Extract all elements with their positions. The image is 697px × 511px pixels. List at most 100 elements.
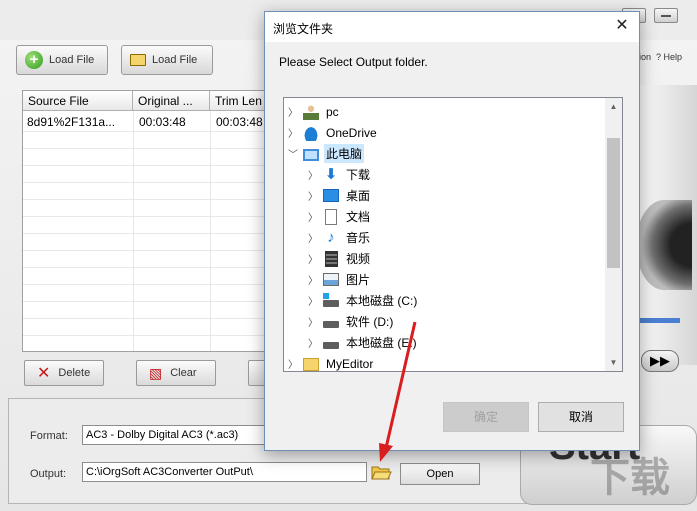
tree-item-label: 本地磁盘 (C:) bbox=[346, 294, 418, 308]
tree-item-label: 此电脑 bbox=[324, 144, 365, 163]
tree-item-label: 音乐 bbox=[346, 231, 371, 245]
plus-icon: + bbox=[25, 51, 43, 69]
browse-folder-button[interactable] bbox=[370, 462, 392, 482]
cell-trim-length[interactable]: 00:03:48 bbox=[212, 113, 271, 131]
drive-icon bbox=[323, 342, 339, 349]
tree-item-drive-e[interactable]: 〉 本地磁盘 (E:) bbox=[304, 332, 622, 353]
tree-item-label: OneDrive bbox=[326, 125, 377, 140]
column-header-trim[interactable]: Trim Len bbox=[210, 91, 271, 111]
dialog-close-icon[interactable]: ✕ bbox=[613, 17, 631, 35]
grid-line bbox=[23, 335, 271, 336]
cell-source-file[interactable]: 8d91%2F131a... bbox=[23, 113, 133, 131]
grid-line bbox=[23, 267, 271, 268]
chevron-right-icon[interactable]: 〉 bbox=[287, 125, 299, 140]
tree-item-label: 下载 bbox=[346, 168, 371, 182]
output-path-field[interactable]: C:\iOrgSoft AC3Converter OutPut\ bbox=[82, 462, 367, 482]
tree-scrollbar[interactable]: ▲ ▼ bbox=[605, 98, 622, 371]
cancel-button[interactable]: 取消 bbox=[538, 402, 624, 432]
cell-original-length[interactable]: 00:03:48 bbox=[135, 113, 210, 131]
tree-item-label: 软件 (D:) bbox=[346, 315, 394, 329]
download-icon: ⬇ bbox=[324, 165, 338, 183]
tree-item-label: pc bbox=[326, 104, 339, 119]
picture-icon bbox=[323, 273, 339, 286]
chevron-right-icon[interactable]: 〉 bbox=[307, 251, 319, 266]
system-drive-icon bbox=[323, 293, 339, 307]
music-icon: ♪ bbox=[327, 228, 335, 246]
delete-x-icon: ✕ bbox=[37, 365, 51, 382]
document-icon bbox=[325, 208, 337, 225]
tree-item-documents[interactable]: 〉 文档 bbox=[304, 206, 622, 227]
scroll-up-icon[interactable]: ▲ bbox=[605, 98, 622, 115]
column-header-source[interactable]: Source File bbox=[23, 91, 133, 111]
tree-item-drive-c[interactable]: 〉 本地磁盘 (C:) bbox=[304, 290, 622, 311]
video-icon bbox=[325, 250, 338, 267]
output-label: Output: bbox=[30, 468, 67, 480]
cloud-icon bbox=[303, 124, 319, 141]
chevron-right-icon[interactable]: 〉 bbox=[307, 188, 319, 203]
chevron-right-icon[interactable]: 〉 bbox=[307, 314, 319, 329]
dialog-title: 浏览文件夹 bbox=[273, 22, 334, 36]
headphone-disc-image bbox=[636, 200, 692, 290]
delete-button[interactable]: ✕ Delete bbox=[24, 360, 104, 386]
chevron-right-icon[interactable]: 〉 bbox=[307, 167, 319, 182]
tree-item-myeditor[interactable]: 〉 MyEditor bbox=[284, 353, 604, 371]
tree-item-videos[interactable]: 〉 视频 bbox=[304, 248, 622, 269]
fast-forward-button[interactable]: ▶▶ bbox=[641, 350, 679, 372]
tree-item-onedrive[interactable]: 〉 OneDrive bbox=[284, 122, 604, 143]
tree-item-music[interactable]: 〉 ♪ 音乐 bbox=[304, 227, 622, 248]
grid-line bbox=[23, 216, 271, 217]
chevron-right-icon[interactable]: 〉 bbox=[307, 335, 319, 350]
tree-item-downloads[interactable]: 〉 ⬇ 下载 bbox=[304, 164, 622, 185]
tree-item-this-pc[interactable]: ﹀ 此电脑 bbox=[284, 143, 604, 164]
tree-item-label: 文档 bbox=[346, 210, 371, 224]
folder-tree[interactable]: 〉 pc 〉 OneDrive ﹀ 此电脑 〉 ⬇ 下载 〉 桌面 〉 文档 〉… bbox=[283, 97, 623, 372]
tree-item-pc[interactable]: 〉 pc bbox=[284, 101, 604, 122]
column-header-original[interactable]: Original ... bbox=[133, 91, 210, 111]
close-button[interactable] bbox=[654, 8, 678, 23]
browse-folder-dialog: 浏览文件夹 ✕ Please Select Output folder. 〉 p… bbox=[264, 11, 640, 451]
tree-item-desktop[interactable]: 〉 桌面 bbox=[304, 185, 622, 206]
folder-icon bbox=[303, 358, 319, 371]
drive-icon bbox=[323, 321, 339, 328]
scroll-down-icon[interactable]: ▼ bbox=[605, 354, 622, 371]
format-select[interactable]: AC3 - Dolby Digital AC3 (*.ac3) bbox=[82, 425, 272, 445]
help-link[interactable]: ? Help bbox=[656, 52, 682, 62]
clear-icon: ▧ bbox=[149, 364, 163, 381]
tree-item-drive-d[interactable]: 〉 软件 (D:) bbox=[304, 311, 622, 332]
file-list-table[interactable]: Source File Original ... Trim Len 8d91%2… bbox=[22, 90, 272, 352]
registration-link[interactable]: ion bbox=[639, 52, 651, 62]
grid-line bbox=[23, 250, 271, 251]
load-folder-button[interactable]: Load File bbox=[121, 45, 213, 75]
volume-bar[interactable] bbox=[640, 318, 680, 323]
tree-item-label: MyEditor bbox=[326, 356, 374, 371]
computer-icon bbox=[303, 148, 319, 161]
desktop-icon bbox=[323, 189, 339, 202]
grid-line bbox=[23, 301, 271, 302]
chevron-right-icon[interactable]: 〉 bbox=[287, 104, 299, 119]
folder-open-icon bbox=[130, 54, 146, 66]
delete-label: Delete bbox=[58, 367, 91, 379]
grid-line bbox=[23, 182, 271, 183]
tree-item-label: 本地磁盘 (E:) bbox=[346, 336, 417, 350]
grid-line bbox=[23, 165, 271, 166]
tree-item-label: 桌面 bbox=[346, 189, 371, 203]
grid-line bbox=[23, 148, 271, 149]
load-file-button[interactable]: + Load File bbox=[16, 45, 108, 75]
format-label: Format: bbox=[30, 430, 68, 442]
chevron-right-icon[interactable]: 〉 bbox=[307, 230, 319, 245]
chevron-right-icon[interactable]: 〉 bbox=[307, 209, 319, 224]
chevron-right-icon[interactable]: 〉 bbox=[287, 356, 299, 371]
chevron-down-icon[interactable]: ﹀ bbox=[287, 146, 299, 161]
chevron-right-icon[interactable]: 〉 bbox=[307, 272, 319, 287]
open-output-button[interactable]: Open bbox=[400, 463, 480, 485]
clear-label: Clear bbox=[170, 367, 197, 379]
tree-item-label: 视频 bbox=[346, 252, 371, 266]
tree-item-pictures[interactable]: 〉 图片 bbox=[304, 269, 622, 290]
clear-button[interactable]: ▧ Clear bbox=[136, 360, 216, 386]
user-icon bbox=[303, 103, 319, 120]
watermark-text: 下载 bbox=[590, 456, 670, 500]
ok-button[interactable]: 确定 bbox=[443, 402, 529, 432]
scroll-thumb[interactable] bbox=[607, 138, 620, 268]
chevron-right-icon[interactable]: 〉 bbox=[307, 293, 319, 308]
load-folder-label: Load File bbox=[152, 54, 198, 66]
